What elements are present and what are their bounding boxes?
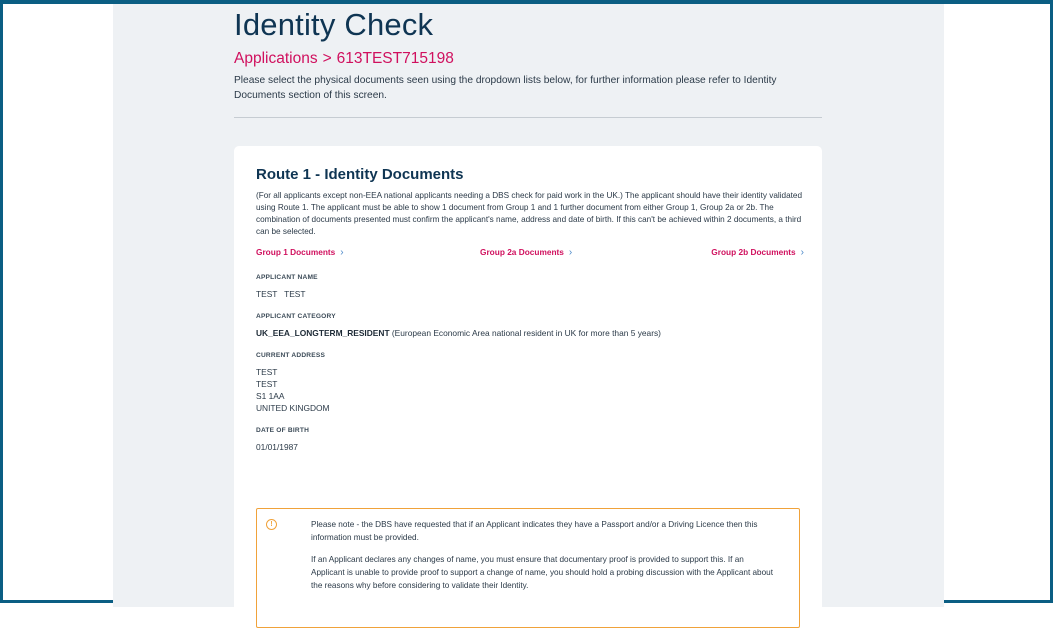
current-address-value: TEST TEST S1 1AA UNITED KINGDOM [256,366,800,414]
address-line: TEST [256,367,278,377]
applicant-category-value: UK_EEA_LONGTERM_RESIDENT (European Econo… [256,327,800,339]
section-divider [234,117,822,118]
route-description: (For all applicants except non-EEA natio… [256,191,802,236]
date-of-birth-value: 01/01/1987 [256,442,298,452]
current-address-label: CURRENT ADDRESS [256,352,326,359]
group-1-label: Group 1 Documents [256,247,336,257]
chevron-right-icon: › [800,247,804,258]
group-2a-documents-link[interactable]: Group 2a Documents › [480,247,572,258]
category-description: (European Economic Area national residen… [389,328,661,338]
notice-box: ! Please note - the DBS have requested t… [256,508,800,628]
page-title: Identity Check [234,7,434,42]
info-icon: ! [266,519,277,530]
breadcrumb-separator: > [322,50,332,67]
group-2b-documents-link[interactable]: Group 2b Documents › [711,247,804,258]
group-2b-label: Group 2b Documents [711,247,796,257]
category-code: UK_EEA_LONGTERM_RESIDENT [256,328,390,338]
breadcrumb-current: 613TEST715198 [336,50,454,67]
address-line: S1 1AA [256,391,285,401]
group-links: Group 1 Documents › Group 2a Documents › G… [256,247,804,261]
route-title: Route 1 - Identity Documents [256,166,464,183]
applicant-name-value: TEST TEST [256,289,306,299]
notice-paragraph: Please note - the DBS have requested tha… [311,520,758,542]
address-line: UNITED KINGDOM [256,403,330,413]
date-of-birth-label: DATE OF BIRTH [256,427,310,434]
chevron-right-icon: › [340,247,344,258]
intro-text: Please select the physical documents see… [234,75,777,101]
group-2a-label: Group 2a Documents [480,247,564,257]
address-line: TEST [256,379,278,389]
applicant-category-label: APPLICANT CATEGORY [256,313,336,320]
breadcrumb-applications-link[interactable]: Applications [234,50,318,67]
group-1-documents-link[interactable]: Group 1 Documents › [256,247,344,258]
applicant-name-label: APPLICANT NAME [256,274,318,281]
route-card: Route 1 - Identity Documents (For all ap… [234,146,822,628]
breadcrumb: Applications >613TEST715198 [234,50,454,68]
notice-paragraph: If an Applicant declares any changes of … [311,555,773,590]
chevron-right-icon: › [568,247,573,258]
